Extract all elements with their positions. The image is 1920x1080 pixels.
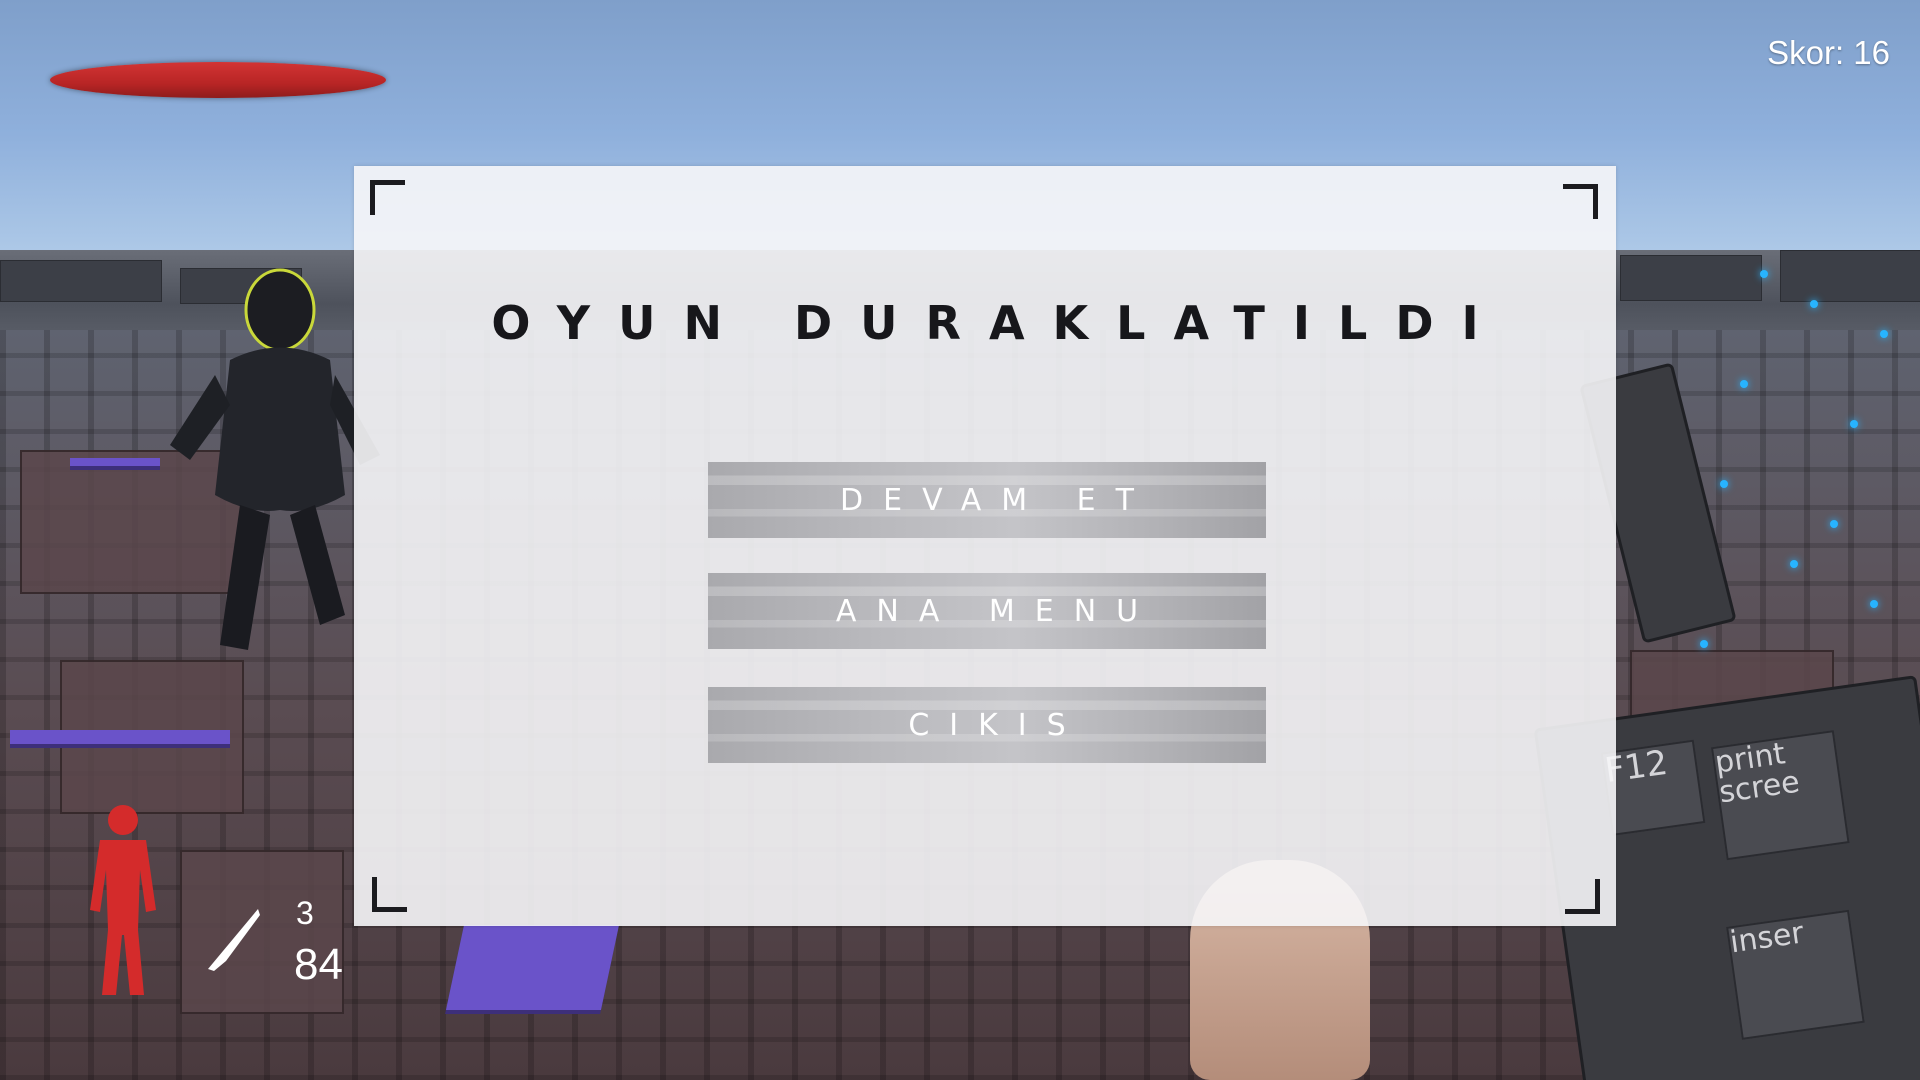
key-label-print: print scree — [1712, 736, 1802, 811]
ammo-reserve: 3 — [296, 895, 314, 931]
body-silhouette-icon — [90, 805, 156, 995]
main-menu-button-label: ANA MENU — [835, 593, 1159, 629]
key-label-insert: inser — [1727, 915, 1806, 961]
corner-bracket-top-left — [370, 180, 405, 215]
resume-button-label: DEVAM ET — [840, 482, 1154, 518]
corner-bracket-top-right — [1563, 184, 1598, 219]
corner-bracket-bottom-right — [1565, 879, 1600, 914]
exit-button-label: CIKIS — [908, 707, 1086, 743]
pause-title: OYUN DURAKLATILDI — [491, 296, 1507, 350]
corner-bracket-bottom-left — [372, 877, 407, 912]
ammo-count: 84 — [294, 940, 343, 989]
score-counter: Skor: 16 — [1767, 34, 1890, 71]
health-bar — [50, 62, 386, 98]
knife-icon — [208, 909, 260, 971]
main-menu-button[interactable]: ANA MENU — [708, 573, 1266, 649]
resume-button[interactable]: DEVAM ET — [708, 462, 1266, 538]
exit-button[interactable]: CIKIS — [708, 687, 1266, 763]
pause-menu-panel: OYUN DURAKLATILDI DEVAM ET ANA MENU CIKI… — [354, 166, 1616, 926]
